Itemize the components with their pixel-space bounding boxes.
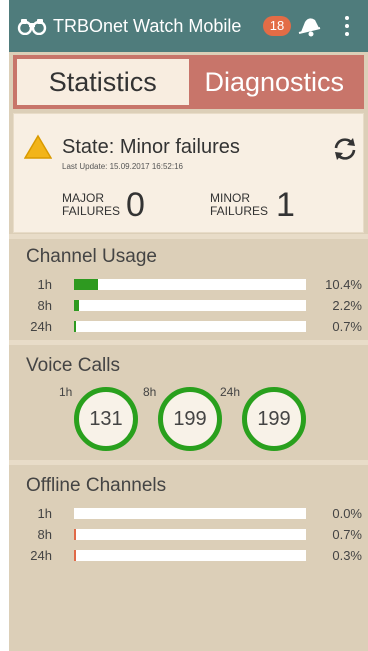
offline-bar-fill bbox=[74, 550, 76, 561]
usage-bar-fill bbox=[74, 300, 79, 311]
bell-icon[interactable] bbox=[295, 14, 323, 38]
voice-calls-title: Voice Calls bbox=[26, 355, 120, 376]
usage-bar-fill bbox=[74, 279, 98, 290]
channel-usage-title: Channel Usage bbox=[26, 246, 157, 267]
offline-row-value: 0.7% bbox=[332, 527, 362, 542]
tab-diagnostics[interactable]: Diagnostics bbox=[189, 59, 361, 105]
offline-channels-title: Offline Channels bbox=[26, 475, 167, 496]
section-divider bbox=[9, 460, 368, 465]
notification-badge[interactable]: 18 bbox=[263, 16, 291, 36]
app-title: TRBOnet Watch Mobile bbox=[53, 15, 242, 36]
voice-call-period-label: 24h bbox=[220, 385, 241, 399]
voice-call-count-ring: 131 bbox=[74, 387, 138, 451]
binoculars-icon bbox=[17, 16, 47, 36]
offline-row-value: 0.0% bbox=[332, 506, 362, 521]
usage-row-label: 1h bbox=[37, 277, 52, 292]
usage-row-label: 24h bbox=[30, 319, 52, 334]
minor-failures-label-line2: FAILURES bbox=[210, 204, 269, 218]
last-update: Last Update: 15.09.2017 16:52:16 bbox=[62, 162, 183, 171]
refresh-icon[interactable] bbox=[332, 136, 358, 162]
voice-call-period-label: 1h bbox=[59, 385, 73, 399]
state-title: State: Minor failures bbox=[62, 136, 240, 158]
app-bar: TRBOnet Watch Mobile 18 bbox=[9, 0, 368, 52]
offline-row-label: 24h bbox=[30, 548, 52, 563]
voice-call-count-ring: 199 bbox=[158, 387, 222, 451]
section-divider bbox=[9, 340, 368, 345]
offline-row-label: 1h bbox=[37, 506, 52, 521]
warning-icon bbox=[23, 134, 53, 160]
major-failures-label-line2: FAILURES bbox=[62, 204, 121, 218]
usage-bar-fill bbox=[74, 321, 76, 332]
usage-row-value: 10.4% bbox=[325, 277, 362, 292]
tab-statistics[interactable]: Statistics bbox=[17, 59, 189, 105]
more-vert-icon[interactable] bbox=[335, 12, 359, 40]
major-failures-count: 0 bbox=[126, 186, 145, 224]
section-divider bbox=[9, 234, 368, 239]
offline-bar-fill bbox=[74, 529, 76, 540]
usage-row-value: 2.2% bbox=[332, 298, 362, 313]
minor-failures-count: 1 bbox=[276, 186, 295, 224]
offline-bar-track bbox=[74, 529, 306, 540]
voice-call-period-label: 8h bbox=[143, 385, 157, 399]
usage-bar-track bbox=[74, 300, 306, 311]
voice-call-count-ring: 199 bbox=[242, 387, 306, 451]
usage-row-value: 0.7% bbox=[332, 319, 362, 334]
offline-row-value: 0.3% bbox=[332, 548, 362, 563]
offline-bar-track bbox=[74, 508, 306, 519]
usage-bar-track bbox=[74, 279, 306, 290]
offline-bar-track bbox=[74, 550, 306, 561]
state-card: State: Minor failures Last Update: 15.09… bbox=[13, 113, 364, 233]
offline-row-label: 8h bbox=[37, 527, 52, 542]
usage-row-label: 8h bbox=[37, 298, 52, 313]
tab-bar: Statistics Diagnostics bbox=[13, 55, 364, 109]
usage-bar-track bbox=[74, 321, 306, 332]
